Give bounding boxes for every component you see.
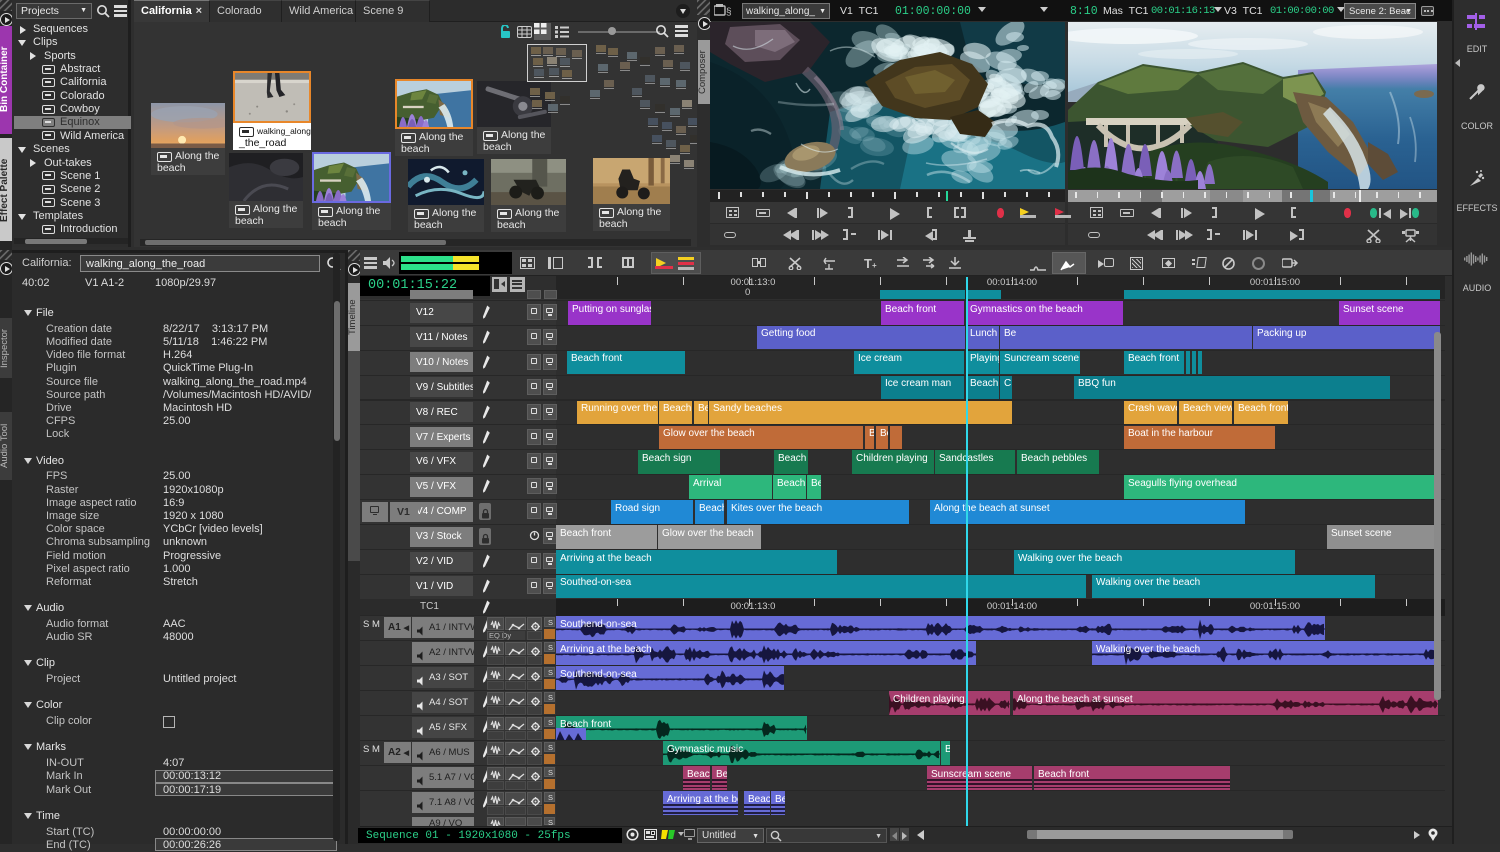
svg-text:§: §	[726, 7, 732, 17]
